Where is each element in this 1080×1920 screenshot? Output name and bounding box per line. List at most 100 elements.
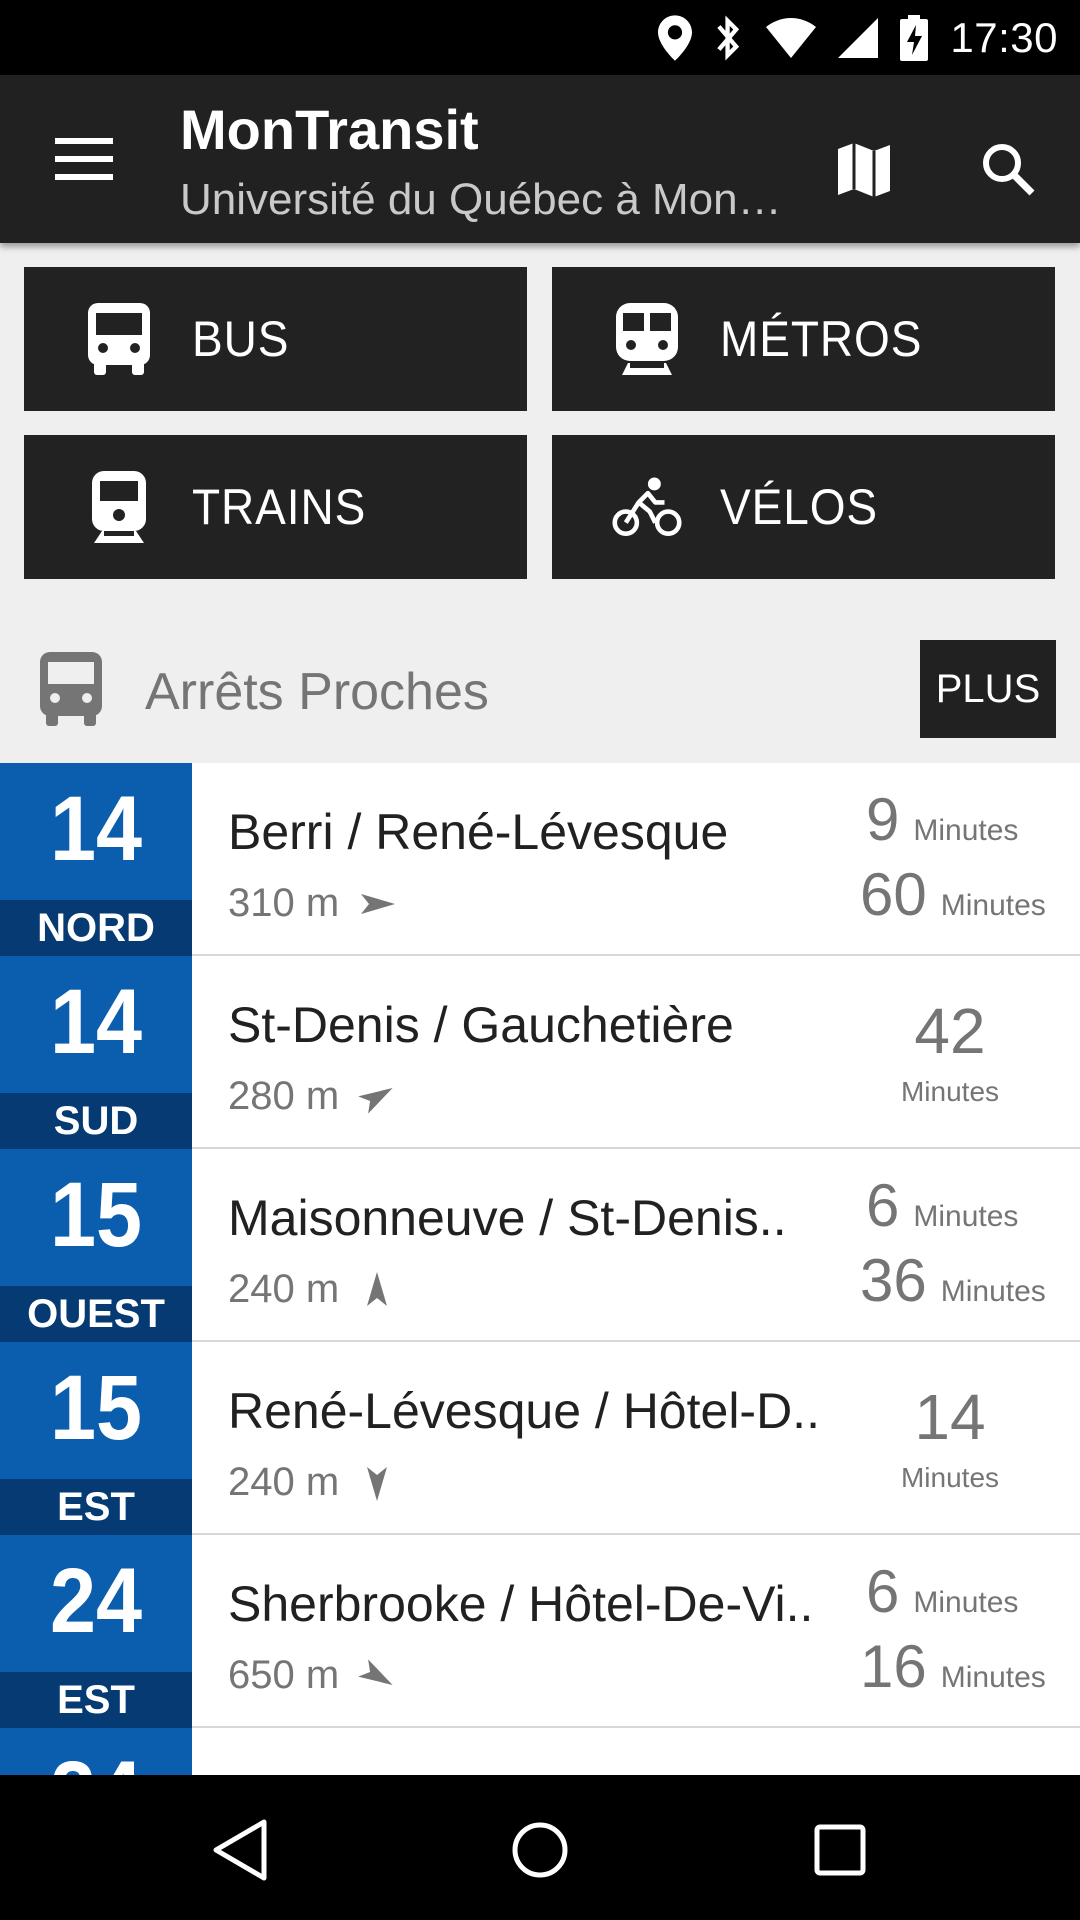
route-number: 14 xyxy=(49,778,143,880)
metro-icon xyxy=(612,303,682,375)
recents-button[interactable] xyxy=(790,1805,890,1895)
route-number: 15 xyxy=(49,1164,143,1266)
stop-row[interactable]: 15 EST René-Lévesque / Hôtel-D.. 240 m 14 Min… xyxy=(0,1342,1080,1535)
stop-distance-group: 280 m xyxy=(228,1074,397,1119)
mode-label-velos: VÉLOS xyxy=(720,479,879,535)
arrival-times: 42 Minutes xyxy=(860,978,1040,1128)
compass-arrow-icon xyxy=(358,1087,393,1114)
stop-row[interactable]: 24 EST Sherbrooke / Hôtel-De-Vi.. 650 m 6 Min… xyxy=(0,1535,1080,1728)
bus-icon xyxy=(84,303,154,375)
arrival-unit: Minutes xyxy=(940,1275,1046,1308)
arrival-times: 6 Minutes 36 Minutes xyxy=(860,1171,1046,1321)
stop-name: Berri / René-Lévesque xyxy=(228,804,729,860)
stop-name: Maisonneuve / St-Denis.. xyxy=(228,1190,787,1246)
arrival-minutes: 6 xyxy=(866,1172,900,1239)
mode-label-metros: MÉTROS xyxy=(720,311,923,367)
compass-arrow-icon xyxy=(358,1658,393,1685)
arrival-minutes: 14 xyxy=(914,1381,986,1453)
bluetooth-icon xyxy=(714,15,744,61)
home-icon xyxy=(512,1822,568,1878)
route-direction: SUD xyxy=(0,1093,192,1149)
arrival-unit: Minutes xyxy=(913,814,1019,847)
app-subtitle: Université du Québec à Montréal xyxy=(180,175,790,224)
arrival-minutes: 42 xyxy=(914,995,986,1067)
route-number: 15 xyxy=(49,1357,143,1459)
home-button[interactable] xyxy=(490,1805,590,1895)
status-bar: 17:30 xyxy=(0,0,1080,75)
arrival-times: 6 Minutes 16 Minutes xyxy=(860,1557,1046,1707)
mode-button-velos[interactable]: VÉLOS xyxy=(552,435,1055,579)
map-icon xyxy=(838,143,890,197)
menu-button[interactable] xyxy=(40,125,128,193)
compass-arrow-icon xyxy=(367,1466,388,1501)
map-button[interactable] xyxy=(820,125,908,213)
clock: 17:30 xyxy=(950,14,1058,61)
mode-button-bus[interactable]: BUS xyxy=(24,267,527,411)
bike-icon xyxy=(612,471,682,543)
mode-label-trains: TRAINS xyxy=(192,479,367,535)
mode-button-trains[interactable]: TRAINS xyxy=(24,435,527,579)
location-icon xyxy=(658,15,693,61)
route-badge: 24 EST xyxy=(0,1535,192,1728)
stop-distance: 240 m xyxy=(228,1267,340,1311)
stop-name: Sherbrooke / Hôtel-De-Vi.. xyxy=(228,1576,814,1632)
route-badge: 15 OUEST xyxy=(0,1149,192,1342)
route-direction: EST xyxy=(0,1479,192,1535)
menu-icon xyxy=(55,138,113,180)
arrival-unit: Minutes xyxy=(900,1076,1000,1107)
stop-distance-group: 310 m xyxy=(228,881,397,926)
compass-arrow-icon xyxy=(367,1271,388,1306)
arrival-unit: Minutes xyxy=(913,1586,1019,1619)
mode-button-metros[interactable]: MÉTROS xyxy=(552,267,1055,411)
route-number: 24 xyxy=(49,1550,143,1652)
search-icon xyxy=(983,144,1035,196)
search-button[interactable] xyxy=(964,125,1052,213)
arrival-minutes: 16 xyxy=(860,1633,927,1700)
more-button[interactable]: PLUS xyxy=(920,640,1056,738)
arrival-unit: Minutes xyxy=(900,1462,1000,1493)
wifi-icon xyxy=(766,18,817,58)
mode-label-bus: BUS xyxy=(192,311,290,367)
bus-icon xyxy=(40,652,102,731)
stop-distance-group: 650 m xyxy=(228,1653,397,1698)
arrival-unit: Minutes xyxy=(940,889,1046,922)
stop-name: St-Denis / Gauchetière xyxy=(228,997,734,1053)
screen: 17:30 MonTransit Université du Québec à … xyxy=(0,0,1080,1920)
arrival-unit: Minutes xyxy=(940,1661,1046,1694)
arrival-minutes: 6 xyxy=(866,1558,900,1625)
nearby-stops-header: Arrêts Proches PLUS xyxy=(0,640,1080,764)
stop-row[interactable]: 15 OUEST Maisonneuve / St-Denis.. 240 m 6 Min… xyxy=(0,1149,1080,1342)
stop-distance: 280 m xyxy=(228,1074,340,1118)
section-title: Arrêts Proches xyxy=(145,663,489,721)
route-direction: EST xyxy=(0,1672,192,1728)
stop-name: René-Lévesque / Hôtel-D.. xyxy=(228,1383,820,1439)
train-icon xyxy=(84,471,154,543)
route-direction: OUEST xyxy=(0,1286,192,1342)
stop-distance: 310 m xyxy=(228,881,340,925)
signal-icon xyxy=(838,18,879,58)
route-number: 14 xyxy=(49,971,143,1073)
stop-row[interactable]: 14 SUD St-Denis / Gauchetière 280 m 42 Minute… xyxy=(0,956,1080,1149)
stop-row[interactable]: 14 NORD Berri / René-Lévesque 310 m 9 Minutes… xyxy=(0,763,1080,956)
stop-distance: 650 m xyxy=(228,1653,340,1697)
arrival-minutes: 36 xyxy=(860,1247,927,1314)
arrival-times: 9 Minutes 60 Minutes xyxy=(860,785,1046,935)
back-button[interactable] xyxy=(190,1805,290,1895)
app-title: MonTransit xyxy=(180,98,479,161)
stop-distance: 240 m xyxy=(228,1460,340,1504)
battery-charging-icon xyxy=(900,15,929,61)
arrival-unit: Minutes xyxy=(913,1200,1019,1233)
stop-distance-group: 240 m xyxy=(228,1267,397,1312)
arrival-minutes: 60 xyxy=(860,861,927,928)
arrival-times: 14 Minutes xyxy=(860,1364,1040,1514)
compass-arrow-icon xyxy=(361,893,396,914)
navigation-bar xyxy=(0,1775,1080,1920)
route-badge: 15 EST xyxy=(0,1342,192,1535)
stop-list: 14 NORD Berri / René-Lévesque 310 m 9 Minutes… xyxy=(0,763,1080,1920)
arrival-minutes: 9 xyxy=(866,786,900,853)
route-direction: NORD xyxy=(0,900,192,956)
stop-distance-group: 240 m xyxy=(228,1460,397,1505)
back-icon xyxy=(213,1819,267,1881)
route-badge: 14 NORD xyxy=(0,763,192,956)
route-badge: 14 SUD xyxy=(0,956,192,1149)
